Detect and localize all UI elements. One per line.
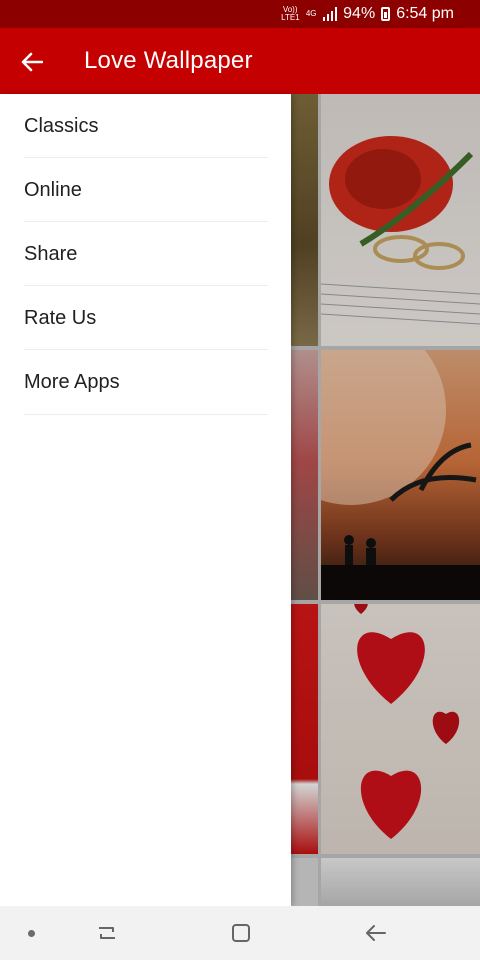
- dot-icon[interactable]: [28, 930, 35, 937]
- drawer-item-label: Rate Us: [24, 307, 97, 329]
- app-bar: Love Wallpaper: [0, 28, 480, 94]
- divider: [24, 414, 268, 415]
- status-bar: Vo)) LTE1 4G 94% 6:54 pm: [0, 0, 480, 28]
- network-type-indicator: 4G: [305, 9, 317, 18]
- recent-apps-button[interactable]: [90, 918, 124, 948]
- back-button[interactable]: [14, 44, 50, 80]
- battery-percent: 94%: [343, 5, 376, 22]
- drawer-item-label: Classics: [24, 115, 99, 137]
- arrow-left-icon: [21, 52, 43, 72]
- drawer-item-label: More Apps: [24, 371, 120, 393]
- drawer-item-label: Share: [24, 243, 78, 265]
- navigation-drawer: Classics Online Share Rate Us More Apps: [0, 94, 291, 906]
- drawer-item-more-apps[interactable]: More Apps: [0, 350, 291, 414]
- volte-indicator: Vo)) LTE1: [281, 5, 300, 22]
- drawer-item-label: Online: [24, 179, 82, 201]
- recent-apps-icon: [99, 927, 115, 939]
- home-button[interactable]: [224, 918, 258, 948]
- status-icons: Vo)) LTE1 4G 94% 6:54 pm: [281, 0, 454, 28]
- drawer-item-online[interactable]: Online: [0, 158, 291, 222]
- home-icon: [232, 924, 250, 942]
- drawer-item-rate-us[interactable]: Rate Us: [0, 286, 291, 350]
- status-time: 6:54 pm: [396, 5, 454, 22]
- drawer-item-share[interactable]: Share: [0, 222, 291, 286]
- battery-icon: [381, 7, 391, 21]
- signal-icon: [323, 7, 338, 21]
- back-icon: [366, 925, 386, 941]
- app-title: Love Wallpaper: [84, 47, 253, 74]
- back-nav-button[interactable]: [358, 918, 392, 948]
- system-navigation-bar: [0, 906, 480, 960]
- drawer-item-classics[interactable]: Classics: [0, 94, 291, 158]
